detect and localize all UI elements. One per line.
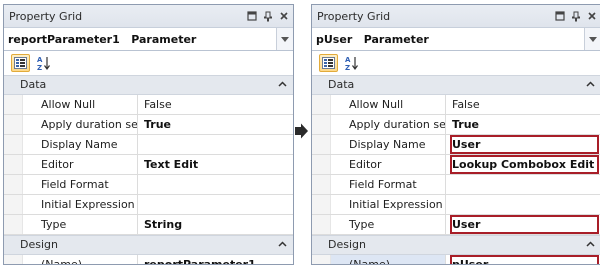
property-grid-toolbar: AZ [312, 51, 600, 75]
property-value[interactable]: False [138, 95, 293, 114]
alphabetical-sort-icon[interactable]: AZ [34, 54, 53, 72]
property-name: (Name) [22, 255, 138, 264]
property-name: Apply duration setting [330, 115, 446, 134]
property-value[interactable]: Lookup Combobox Edit [446, 155, 600, 174]
chevron-up-icon[interactable] [586, 79, 595, 92]
category-label: Design [20, 238, 58, 251]
property-grid: Data Allow Null False Apply duration se t… [4, 75, 293, 264]
property-value[interactable]: Text Edit [138, 155, 293, 174]
property-value[interactable]: pUser [446, 255, 600, 264]
property-row[interactable]: Allow Null False [312, 95, 600, 115]
property-name: Type [330, 215, 446, 234]
property-row[interactable]: Display Name User [312, 135, 600, 155]
svg-text:A: A [345, 56, 351, 64]
property-value[interactable] [138, 195, 293, 214]
panel-title: Property Grid [317, 10, 391, 23]
property-grid-panel-left: Property Grid reportParameter1 Parameter… [3, 4, 294, 265]
property-value[interactable] [138, 175, 293, 194]
property-grid: Data Allow Null False Apply duration se t… [312, 75, 600, 264]
pin-icon[interactable] [569, 9, 583, 23]
chevron-down-icon[interactable] [584, 28, 600, 50]
category-label: Design [328, 238, 366, 251]
property-name: Editor [22, 155, 138, 174]
svg-text:Z: Z [37, 64, 42, 71]
close-icon[interactable] [277, 9, 291, 23]
property-value[interactable]: User [446, 135, 600, 154]
chevron-down-icon[interactable] [276, 28, 293, 50]
property-row[interactable]: Editor Text Edit [4, 155, 293, 175]
property-name: Display Name [22, 135, 138, 154]
panel-title-bar: Property Grid [4, 5, 293, 28]
property-row[interactable]: (Name) reportParameter1 [4, 255, 293, 264]
property-value[interactable]: True [446, 115, 600, 134]
property-grid-toolbar: AZ [4, 51, 293, 75]
property-value[interactable]: User [446, 215, 600, 234]
property-grid-panel-right: Property Grid pUser Parameter AZ Data Al… [311, 4, 600, 265]
property-name: Initial Expression [330, 195, 446, 214]
object-selector[interactable]: reportParameter1 Parameter [4, 28, 293, 51]
property-row[interactable]: Field Format [4, 175, 293, 195]
alphabetical-sort-icon[interactable]: AZ [342, 54, 361, 72]
svg-text:A: A [37, 56, 43, 64]
arrow-right-icon [295, 123, 308, 139]
property-name: Editor [330, 155, 446, 174]
property-value[interactable] [138, 135, 293, 154]
property-row[interactable]: Initial Expression [4, 195, 293, 215]
selected-object-label: pUser Parameter [316, 33, 429, 46]
property-row[interactable]: Type User [312, 215, 600, 235]
chevron-up-icon[interactable] [278, 79, 287, 92]
property-row[interactable]: Allow Null False [4, 95, 293, 115]
property-value[interactable]: String [138, 215, 293, 234]
property-row-selected[interactable]: (Name) pUser [312, 255, 600, 264]
property-name: Display Name [330, 135, 446, 154]
window-position-icon[interactable] [245, 9, 259, 23]
property-row[interactable]: Apply duration setting True [4, 115, 293, 135]
categorized-view-icon[interactable] [11, 54, 30, 72]
panel-title: Property Grid [9, 10, 83, 23]
property-name: Type [22, 215, 138, 234]
property-name: Field Format [22, 175, 138, 194]
property-row[interactable]: Apply duration setting True [312, 115, 600, 135]
property-name: (Name) [330, 255, 446, 264]
property-value[interactable] [446, 195, 600, 214]
category-design[interactable]: Design [4, 235, 293, 255]
category-data[interactable]: Data [4, 75, 293, 95]
property-name: Initial Expression [22, 195, 138, 214]
category-label: Data [328, 78, 355, 91]
property-row[interactable]: Initial Expression [312, 195, 600, 215]
property-row[interactable]: Editor Lookup Combobox Edit [312, 155, 600, 175]
property-value[interactable]: reportParameter1 [138, 255, 293, 264]
chevron-up-icon[interactable] [586, 239, 595, 252]
property-name: Apply duration setting [22, 115, 138, 134]
property-value[interactable] [446, 175, 600, 194]
property-name: Field Format [330, 175, 446, 194]
chevron-up-icon[interactable] [278, 239, 287, 252]
svg-text:Z: Z [345, 64, 350, 71]
selected-object-label: reportParameter1 Parameter [8, 33, 197, 46]
window-position-icon[interactable] [553, 9, 567, 23]
property-row[interactable]: Field Format [312, 175, 600, 195]
category-label: Data [20, 78, 47, 91]
property-name: Allow Null [22, 95, 138, 114]
property-row[interactable]: Type String [4, 215, 293, 235]
pin-icon[interactable] [261, 9, 275, 23]
object-selector[interactable]: pUser Parameter [312, 28, 600, 51]
property-row[interactable]: Display Name [4, 135, 293, 155]
property-value[interactable]: False [446, 95, 600, 114]
close-icon[interactable] [585, 9, 599, 23]
category-data[interactable]: Data [312, 75, 600, 95]
property-value[interactable]: True [138, 115, 293, 134]
panel-title-bar: Property Grid [312, 5, 600, 28]
categorized-view-icon[interactable] [319, 54, 338, 72]
category-design[interactable]: Design [312, 235, 600, 255]
property-name: Allow Null [330, 95, 446, 114]
